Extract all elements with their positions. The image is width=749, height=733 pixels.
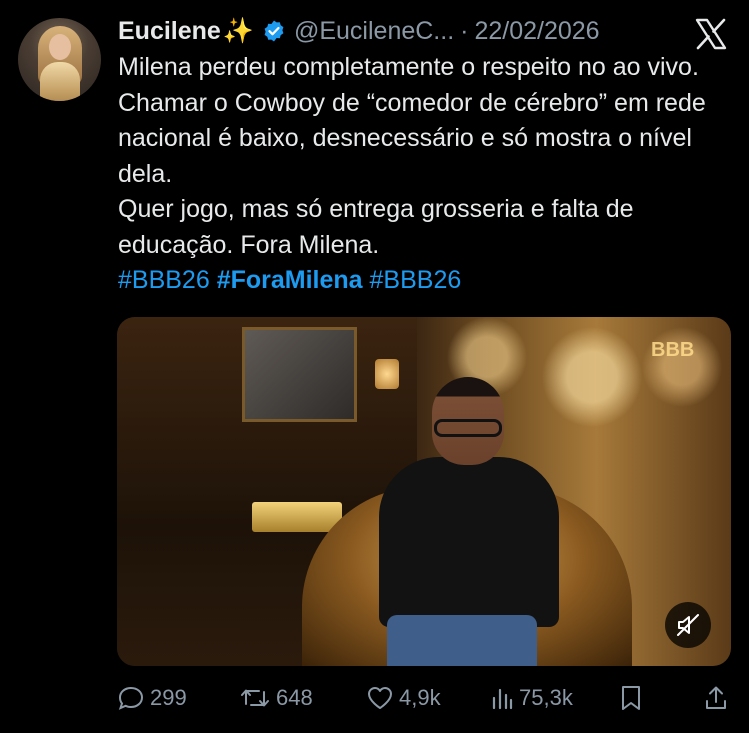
mute-button[interactable]	[665, 602, 711, 648]
author-name[interactable]: Eucilene	[118, 17, 221, 46]
views-button[interactable]: 75,3k	[490, 678, 573, 718]
speaker-muted-icon	[677, 614, 699, 636]
repost-icon	[241, 689, 269, 707]
hashtag-link[interactable]: #BBB26	[118, 266, 210, 294]
video-person-torso	[379, 457, 559, 627]
hashtag-row: #BBB26 #ForaMilena #BBB26	[118, 263, 718, 299]
tweet-header: Eucilene ✨ @EucileneC... · 22/02/2026	[118, 14, 600, 48]
tweet-date[interactable]: 22/02/2026	[474, 17, 599, 46]
avatar-face	[49, 34, 71, 60]
tweet-card[interactable]: Eucilene ✨ @EucileneC... · 22/02/2026 Mi…	[0, 0, 749, 733]
reply-button[interactable]: 299	[117, 678, 187, 718]
video-person-glasses	[434, 419, 502, 437]
sparkles-emoji: ✨	[222, 16, 254, 45]
tweet-paragraph: Quer jogo, mas só entrega grosseria e fa…	[118, 195, 634, 259]
bookmark-icon	[622, 686, 640, 710]
heart-icon	[368, 687, 392, 709]
hashtag-link[interactable]: #BBB26	[370, 266, 462, 294]
view-count: 75,3k	[519, 685, 573, 710]
repost-button[interactable]: 648	[239, 678, 313, 718]
hashtag-link[interactable]: #ForaMilena	[217, 266, 363, 294]
share-button[interactable]	[703, 678, 734, 718]
reply-icon	[118, 686, 144, 710]
video-watermark: BBB	[651, 339, 695, 361]
tweet-actions: 299 648 4,9k 75,3k	[117, 678, 731, 718]
tweet-video[interactable]: BBB	[117, 317, 731, 666]
reply-count: 299	[150, 685, 187, 710]
tweet-text: Milena perdeu completamente o respeito n…	[118, 50, 718, 299]
video-wall-lamp	[375, 359, 399, 389]
x-logo-icon[interactable]	[694, 18, 728, 50]
avatar[interactable]	[18, 18, 101, 101]
share-icon	[706, 686, 726, 709]
verified-badge-icon	[262, 19, 286, 43]
video-person-jeans	[387, 615, 537, 666]
avatar-dress	[40, 62, 80, 101]
tweet-paragraph: Milena perdeu completamente o respeito n…	[118, 53, 706, 188]
author-handle[interactable]: @EucileneC...	[294, 17, 454, 46]
views-chart-icon	[492, 688, 513, 710]
repost-count: 648	[276, 685, 313, 710]
video-wall-frame	[242, 327, 357, 422]
video-gold-bars	[252, 502, 342, 532]
header-separator: ·	[460, 16, 469, 45]
like-button[interactable]: 4,9k	[366, 678, 441, 718]
bookmark-button[interactable]	[618, 678, 649, 718]
like-count: 4,9k	[399, 685, 441, 710]
